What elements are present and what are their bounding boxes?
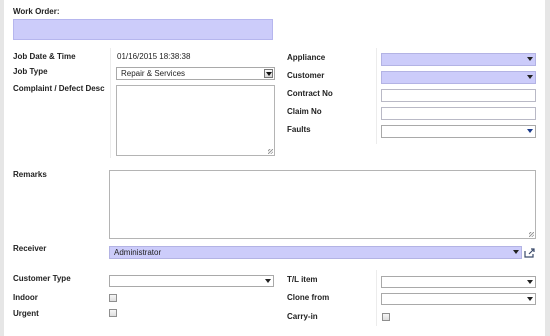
remarks-label: Remarks [13,170,47,179]
column-divider [376,48,377,144]
customer-select[interactable] [381,71,536,84]
dropdown-arrow-icon[interactable] [527,129,533,133]
resize-grip-icon[interactable] [268,149,273,154]
receiver-select[interactable]: Administrator [109,246,522,259]
clone-from-select[interactable] [381,293,536,305]
customer-type-select[interactable] [109,275,274,287]
customer-type-label: Customer Type [13,274,71,283]
claim-no-input[interactable] [381,107,536,120]
job-date-label: Job Date & Time [13,52,76,61]
faults-select[interactable] [381,125,536,138]
job-type-value: Repair & Services [121,69,186,78]
external-link-icon[interactable] [524,248,536,258]
faults-label: Faults [287,125,311,134]
appliance-label: Appliance [287,53,326,62]
dropdown-arrow-icon[interactable] [527,280,533,284]
receiver-value: Administrator [114,248,162,257]
tl-item-label: T/L item [287,275,318,284]
resize-grip-icon[interactable] [529,232,534,237]
clone-from-label: Clone from [287,293,330,302]
job-type-select[interactable]: Repair & Services [116,67,275,80]
job-type-label: Job Type [13,67,48,76]
contract-no-label: Contract No [287,89,333,98]
customer-label: Customer [287,71,325,80]
work-order-label: Work Order: [13,7,60,16]
contract-no-input[interactable] [381,89,536,102]
urgent-checkbox[interactable] [109,309,117,317]
dropdown-arrow-icon[interactable] [265,279,271,283]
job-date-value: 01/16/2015 18:38:38 [117,52,191,61]
indoor-label: Indoor [13,293,38,302]
complaint-textarea[interactable] [116,85,275,156]
dropdown-arrow-icon[interactable] [527,297,533,301]
claim-no-label: Claim No [287,107,322,116]
dropdown-arrow-icon[interactable] [527,75,533,79]
window-right-border [545,0,550,336]
remarks-textarea[interactable] [109,170,536,239]
column-divider [376,270,377,326]
carry-in-label: Carry-in [287,312,318,321]
work-order-input[interactable] [13,19,273,40]
carry-in-checkbox[interactable] [382,313,390,321]
complaint-label: Complaint / Defect Desc [13,84,105,93]
urgent-label: Urgent [13,309,39,318]
receiver-label: Receiver [13,244,47,253]
dropdown-arrow-icon[interactable] [264,69,273,78]
dropdown-arrow-icon[interactable] [527,57,533,61]
tl-item-select[interactable] [381,276,536,288]
dropdown-arrow-icon[interactable] [513,250,519,254]
window-left-border [0,0,4,336]
indoor-checkbox[interactable] [109,294,117,302]
appliance-select[interactable] [381,53,536,66]
column-divider [110,48,111,158]
